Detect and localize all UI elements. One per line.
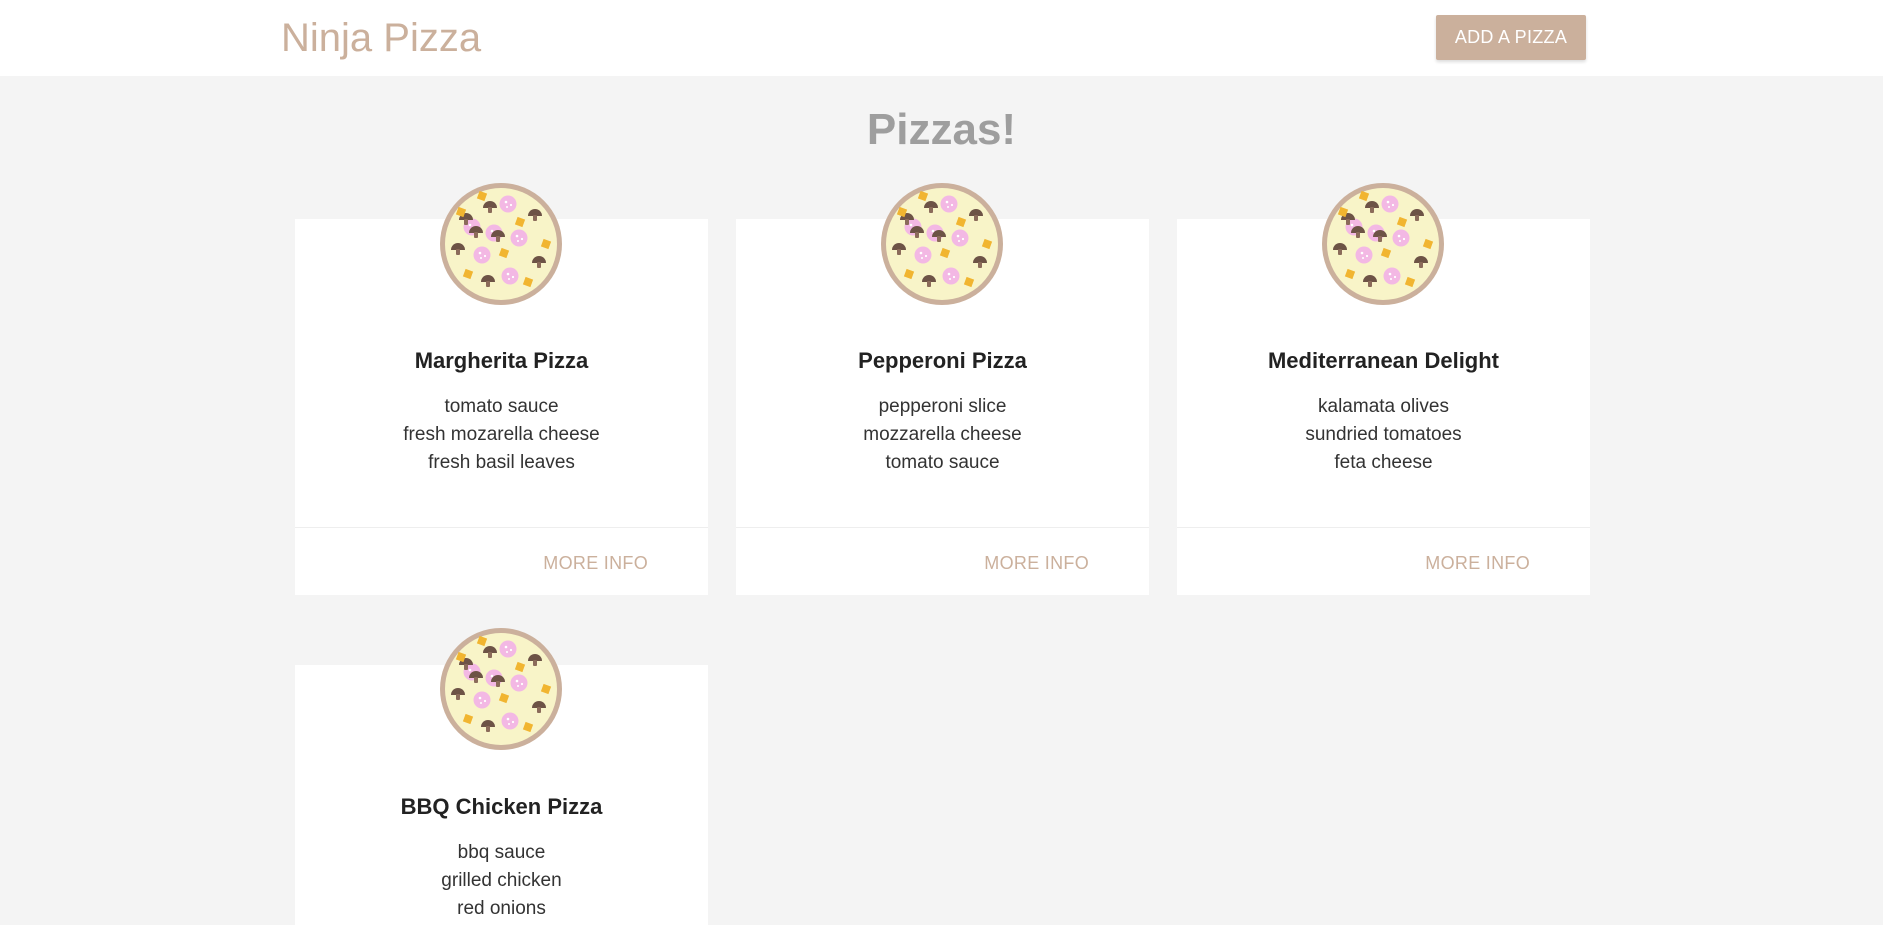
more-info-button[interactable]: MORE INFO [543,552,648,574]
pizza-name: Mediterranean Delight [1267,348,1500,373]
ingredient-item: kalamata olives [1318,396,1449,417]
ingredient-item: pepperoni slice [878,396,1007,417]
brand-logo[interactable]: Ninja Pizza [281,13,481,63]
pizza-name: BBQ Chicken Pizza [400,794,603,819]
ingredient-item: grilled chicken [441,870,562,891]
card-actions: MORE INFO [1177,527,1590,595]
page-title: Pizzas! [866,105,1017,154]
pizza-icon [1322,183,1444,305]
add-pizza-button[interactable]: ADD A PIZZA [1436,15,1586,60]
more-info-button[interactable]: MORE INFO [1425,552,1530,574]
more-info-button[interactable]: MORE INFO [984,552,1089,574]
pizza-name: Margherita Pizza [414,348,589,373]
ingredient-item: bbq sauce [457,842,546,863]
ingredient-list: bbq sauce grilled chicken red onions [295,839,708,923]
pizza-icon [440,183,562,305]
card-actions: MORE INFO [295,527,708,595]
card-actions: MORE INFO [736,527,1149,595]
ingredient-item: mozzarella cheese [863,424,1022,445]
ingredient-item: tomato sauce [444,396,559,417]
navbar: Ninja Pizza ADD A PIZZA [0,0,1883,76]
ingredient-item: red onions [457,898,546,919]
ingredient-item: fresh basil leaves [428,452,575,473]
pizza-name: Pepperoni Pizza [858,348,1027,373]
ingredient-list: pepperoni slice mozzarella cheese tomato… [736,393,1149,477]
ingredient-list: tomato sauce fresh mozarella cheese fres… [295,393,708,477]
ingredient-item: fresh mozarella cheese [403,424,600,445]
pizza-icon [440,628,562,750]
ingredient-item: tomato sauce [885,452,1000,473]
ingredient-item: sundried tomatoes [1305,424,1462,445]
pizza-icon [881,183,1003,305]
ingredient-list: kalamata olives sundried tomatoes feta c… [1177,393,1590,477]
ingredient-item: feta cheese [1334,452,1433,473]
